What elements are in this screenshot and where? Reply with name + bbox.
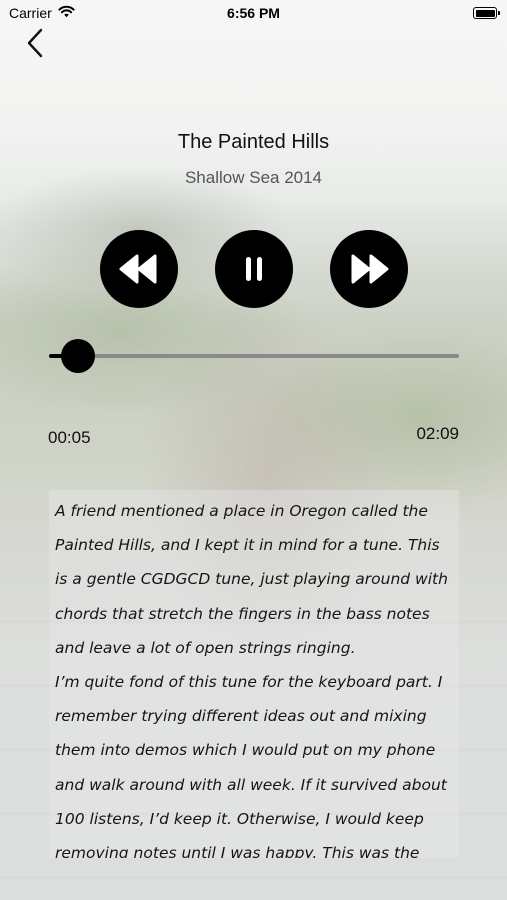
track-title: The Painted Hills bbox=[177, 131, 330, 153]
fast-forward-icon bbox=[351, 254, 389, 284]
description-paragraph: I’m quite fond of this tune for the keyb… bbox=[55, 673, 447, 858]
pause-button[interactable] bbox=[215, 230, 293, 308]
description-paragraph: A friend mentioned a place in Oregon cal… bbox=[55, 502, 448, 657]
elapsed-time: 00:05 bbox=[48, 428, 91, 447]
back-button[interactable] bbox=[20, 26, 50, 60]
track-description-panel[interactable]: A friend mentioned a place in Oregon cal… bbox=[49, 490, 459, 858]
battery-level bbox=[475, 9, 495, 17]
progress-track bbox=[49, 354, 459, 358]
total-duration: 02:09 bbox=[416, 424, 459, 443]
rewind-button[interactable] bbox=[100, 230, 178, 308]
battery-tip bbox=[498, 11, 500, 15]
battery-icon bbox=[473, 7, 500, 19]
chevron-left-icon bbox=[27, 28, 43, 58]
playback-controls bbox=[0, 230, 507, 310]
status-bar: Carrier 6:56 PM bbox=[0, 0, 507, 28]
rewind-icon bbox=[119, 254, 157, 284]
track-description: A friend mentioned a place in Oregon cal… bbox=[49, 490, 459, 858]
progress-thumb[interactable] bbox=[60, 339, 95, 373]
album-title: Shallow Sea 2014 bbox=[184, 168, 323, 187]
progress-slider[interactable] bbox=[49, 338, 459, 374]
status-time: 6:56 PM bbox=[227, 5, 280, 21]
pause-icon bbox=[246, 257, 262, 281]
fast-forward-button[interactable] bbox=[330, 230, 408, 308]
